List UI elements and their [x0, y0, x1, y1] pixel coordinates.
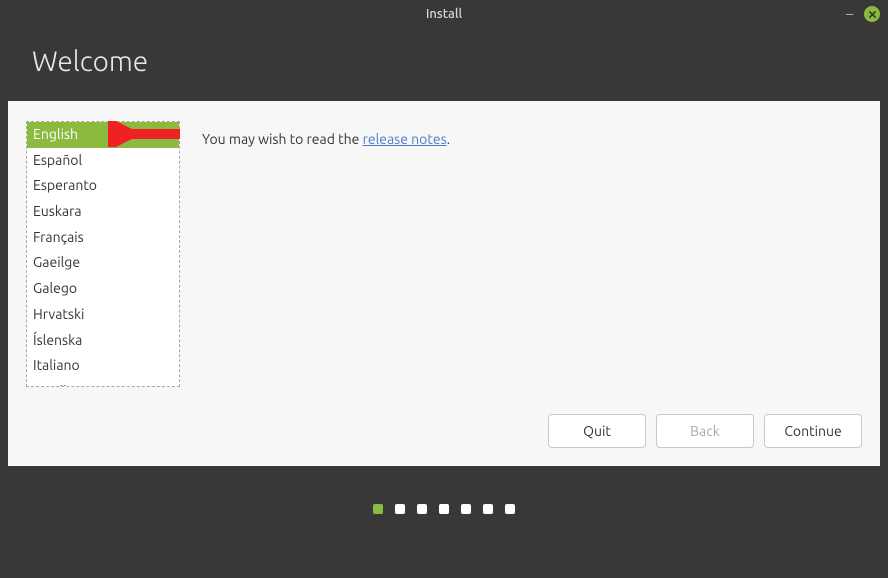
header: Welcome	[0, 28, 888, 101]
step-dot	[505, 504, 515, 514]
info-text: You may wish to read the release notes.	[202, 121, 450, 446]
window-title: Install	[426, 7, 462, 21]
step-dot	[417, 504, 427, 514]
language-list[interactable]: EnglishEspañolEsperantoEuskaraFrançaisGa…	[26, 121, 180, 387]
titlebar: Install −	[0, 0, 888, 28]
language-option[interactable]: Euskara	[27, 199, 179, 225]
page-title: Welcome	[32, 46, 856, 77]
language-option[interactable]: Hrvatski	[27, 302, 179, 328]
language-option[interactable]: Italiano	[27, 353, 179, 379]
content-area: EnglishEspañolEsperantoEuskaraFrançaisGa…	[8, 101, 880, 466]
step-dot	[373, 504, 383, 514]
quit-button[interactable]: Quit	[548, 414, 646, 448]
step-indicator	[0, 466, 888, 552]
continue-button[interactable]: Continue	[764, 414, 862, 448]
close-button[interactable]	[864, 6, 880, 22]
language-option[interactable]: Íslenska	[27, 328, 179, 354]
window-controls: −	[845, 6, 880, 22]
back-button[interactable]: Back	[656, 414, 754, 448]
close-icon	[868, 10, 877, 19]
step-dot	[395, 504, 405, 514]
language-option[interactable]: Esperanto	[27, 173, 179, 199]
info-suffix: .	[447, 131, 450, 147]
language-option[interactable]: Galego	[27, 276, 179, 302]
step-dot	[483, 504, 493, 514]
release-notes-link[interactable]: release notes	[363, 131, 447, 147]
step-dot	[439, 504, 449, 514]
language-option[interactable]: English	[27, 122, 179, 148]
step-dot	[461, 504, 471, 514]
minimize-button[interactable]: −	[845, 6, 854, 22]
language-option[interactable]: Gaeilge	[27, 250, 179, 276]
language-option[interactable]: Français	[27, 225, 179, 251]
info-prefix: You may wish to read the	[202, 131, 363, 147]
language-option[interactable]: Español	[27, 148, 179, 174]
language-option[interactable]: Kurdî	[27, 379, 179, 387]
button-row: Quit Back Continue	[548, 414, 862, 448]
